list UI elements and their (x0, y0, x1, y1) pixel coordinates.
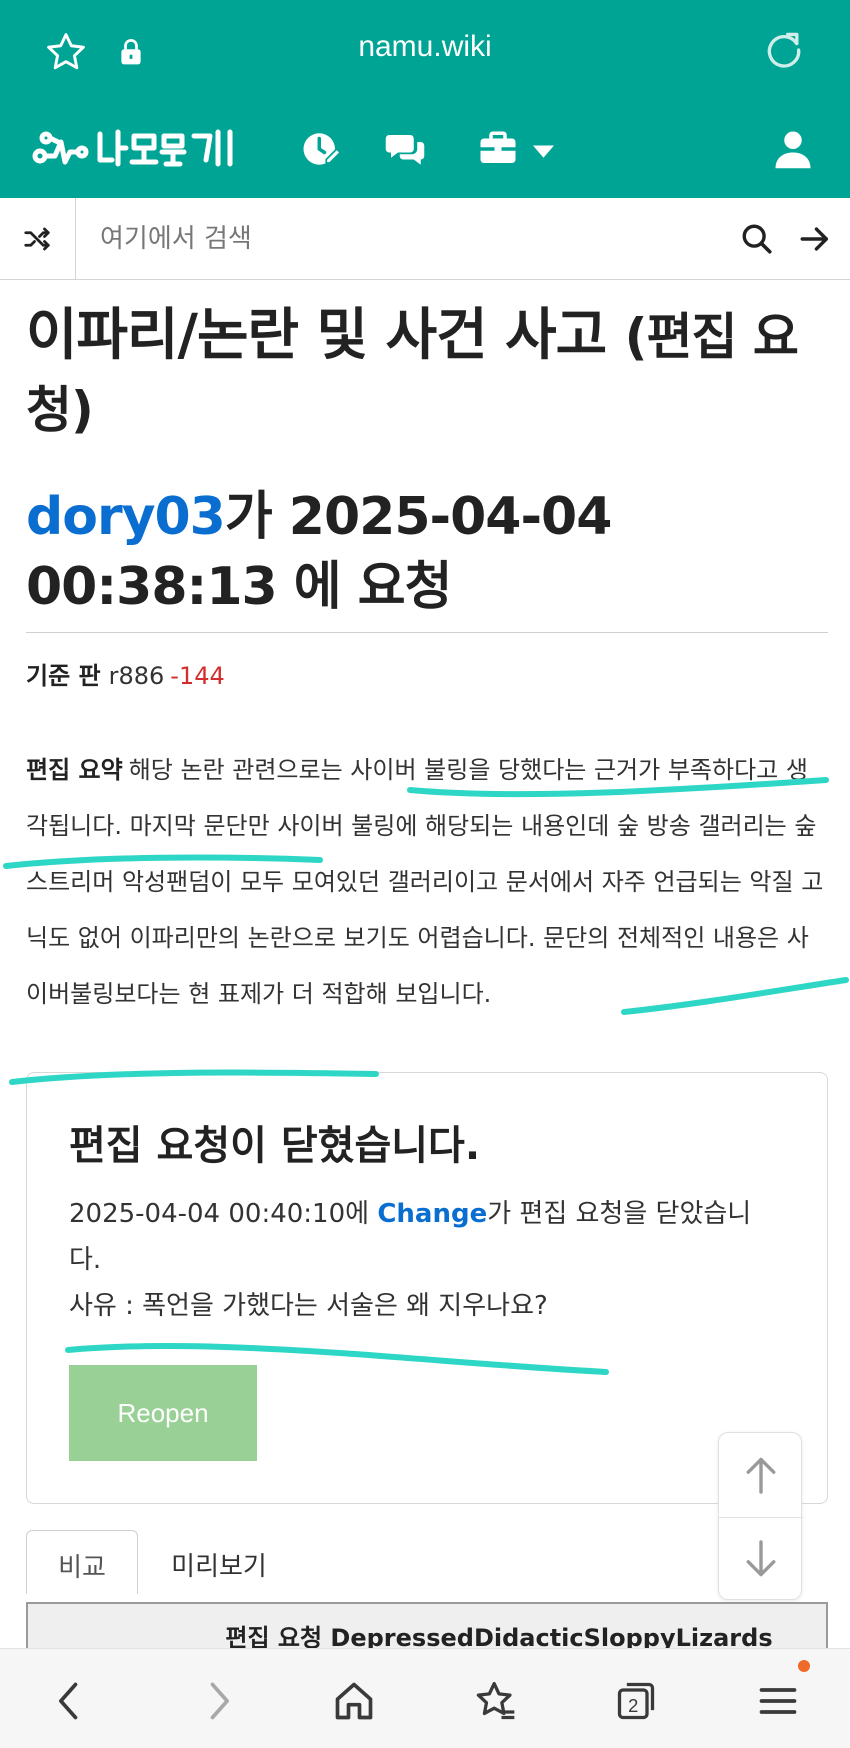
page-title: 이파리/논란 및 사건 사고 (편집 요청) (26, 300, 826, 446)
tools-icon[interactable] (474, 128, 564, 170)
summary-text: 해당 논란 관련으로는 사이버 불링을 당했다는 근거가 부족하다고 생각됩니다… (26, 756, 824, 1008)
tabs-icon[interactable]: 2 (614, 1679, 658, 1723)
closer-link[interactable]: Change (377, 1199, 487, 1229)
closed-details: 2025-04-04 00:40:10에 Change가 편집 요청을 닫았습니… (69, 1191, 769, 1329)
tab-count: 2 (628, 1695, 638, 1716)
forward-icon[interactable] (196, 1679, 240, 1723)
base-label: 기준 판 (26, 662, 101, 690)
request-heading: dory03가 2025-04-04 00:38:13 에 요청 (26, 482, 826, 622)
base-revision: 기준 판 r886 -144 (26, 656, 225, 691)
go-arrow-icon[interactable] (798, 222, 832, 256)
base-diff: -144 (170, 662, 225, 690)
reopen-button[interactable]: Reopen (69, 1365, 257, 1461)
tab-preview[interactable]: 미리보기 (154, 1530, 284, 1594)
reload-icon[interactable] (762, 28, 806, 72)
requester-link[interactable]: dory03 (26, 487, 226, 547)
random-icon (24, 227, 50, 251)
browser-bottom-nav: 2 (0, 1648, 850, 1748)
random-page-button[interactable] (0, 198, 76, 280)
namuwiki-logo[interactable] (30, 122, 250, 174)
discussion-icon[interactable] (382, 128, 428, 170)
search-input[interactable] (100, 220, 620, 258)
closed-reason: 사유 : 폭언을 가했다는 서술은 왜 지우나요? (69, 1291, 548, 1321)
notification-dot (798, 1660, 810, 1672)
recent-changes-icon[interactable] (298, 128, 344, 170)
scroll-separator (719, 1517, 803, 1518)
search-bar (0, 198, 850, 280)
menu-icon[interactable] (756, 1679, 800, 1723)
favorites-icon[interactable] (474, 1679, 518, 1723)
summary-label: 편집 요약 (26, 756, 123, 784)
base-rev-link[interactable]: r886 (109, 662, 165, 690)
wiki-header (0, 100, 850, 198)
search-icon[interactable] (740, 222, 774, 256)
closed-title: 편집 요청이 닫혔습니다. (69, 1123, 481, 1169)
back-icon[interactable] (48, 1679, 92, 1723)
home-icon[interactable] (332, 1679, 376, 1723)
document-title[interactable]: 이파리/논란 및 사건 사고 (26, 303, 607, 368)
user-icon[interactable] (770, 128, 816, 170)
scroll-up-icon[interactable] (744, 1455, 778, 1495)
closed-notice: 편집 요청이 닫혔습니다. 2025-04-04 00:40:10에 Chang… (26, 1072, 828, 1504)
closed-time: 2025-04-04 00:40:10에 (69, 1199, 370, 1229)
view-tabs: 비교 미리보기 (26, 1530, 828, 1594)
edit-summary: 편집 요약 해당 논란 관련으로는 사이버 불링을 당했다는 근거가 부족하다고 … (26, 742, 826, 1022)
tab-compare[interactable]: 비교 (26, 1530, 138, 1594)
browser-toolbar: namu.wiki (0, 0, 850, 100)
divider (26, 632, 828, 633)
url-display[interactable]: namu.wiki (0, 30, 850, 64)
